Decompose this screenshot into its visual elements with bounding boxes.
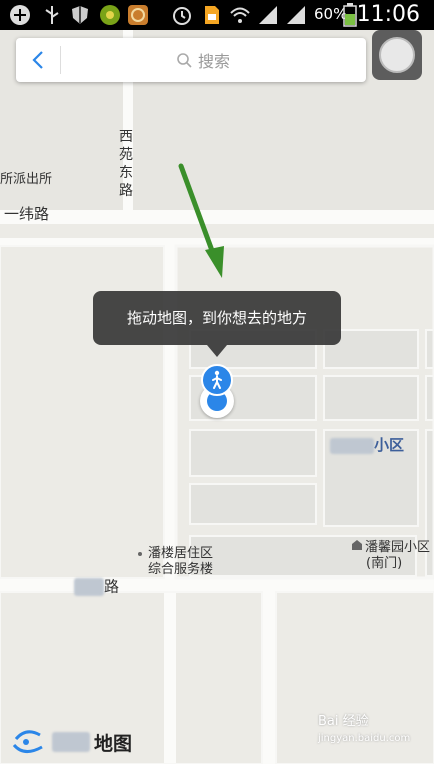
search-bar: 搜索 [16,38,366,82]
sim-icon [200,3,224,27]
back-button[interactable] [16,38,60,82]
service-center-label: 潘楼居住区 综合服务楼 [138,546,213,578]
road-bottom [0,578,434,592]
status-bar: 60% 11:06 [0,0,434,30]
add-icon [8,3,32,27]
police-station-label: 所派出所 [0,172,53,187]
panxinyuan-line1: 潘馨园小区 [365,540,431,555]
alarm-icon [170,3,194,27]
blurred-road-name [74,578,104,596]
divider [60,46,61,74]
usb-icon [40,3,64,27]
gate-icon [352,540,362,553]
battery-icon [342,3,358,27]
poi-dot [138,551,142,556]
pedestrian-icon [212,370,222,389]
clock: 11:06 [356,2,420,27]
panxinyuan-line2: (南门) [366,556,403,571]
map-logo: 地图 [12,727,132,757]
search-placeholder: 搜索 [198,52,231,71]
panxinyuan-label: 潘馨园小区 (南门) [352,540,430,572]
signal-icon-2 [284,3,308,27]
chevron-left-icon [32,51,43,69]
signal-icon [256,3,280,27]
search-icon [177,53,192,68]
shield-icon [68,3,92,27]
app-icon-2 [126,3,150,27]
blurred-name [330,437,374,454]
watermark: Bai 经验 jingyan.baidu.com [318,714,410,747]
app-icon [98,3,122,27]
tooltip-tail [207,345,227,357]
road-label-weiyi: 一纬路 [4,205,50,223]
road-label-xiyuandong: 西苑东路 [119,129,133,199]
road-label-bottom: 路 [74,578,119,596]
service-center-line2: 综合服务楼 [148,562,214,577]
district-label: 小区 [330,434,404,455]
road-weiyi [0,210,434,224]
wifi-icon [228,3,252,27]
hint-tooltip: 拖动地图，到你想去的地方 [93,291,341,345]
logo-icon [12,730,43,753]
walk-pin-icon[interactable] [201,364,233,396]
road-label-bottom-suffix: 路 [104,577,120,596]
watermark-line1: Bai 经验 [318,714,369,729]
district-label-suffix: 小区 [374,436,405,454]
logo-text: 地图 [94,732,133,755]
service-center-line1: 潘楼居住区 [148,546,214,561]
watermark-line2: jingyan.baidu.com [318,733,411,744]
assistive-touch-button[interactable] [372,30,422,80]
search-input[interactable]: 搜索 [176,48,230,72]
blurred-brand [52,732,90,752]
road-vertical-bottom [262,590,276,764]
assistive-ring-icon [379,37,415,73]
